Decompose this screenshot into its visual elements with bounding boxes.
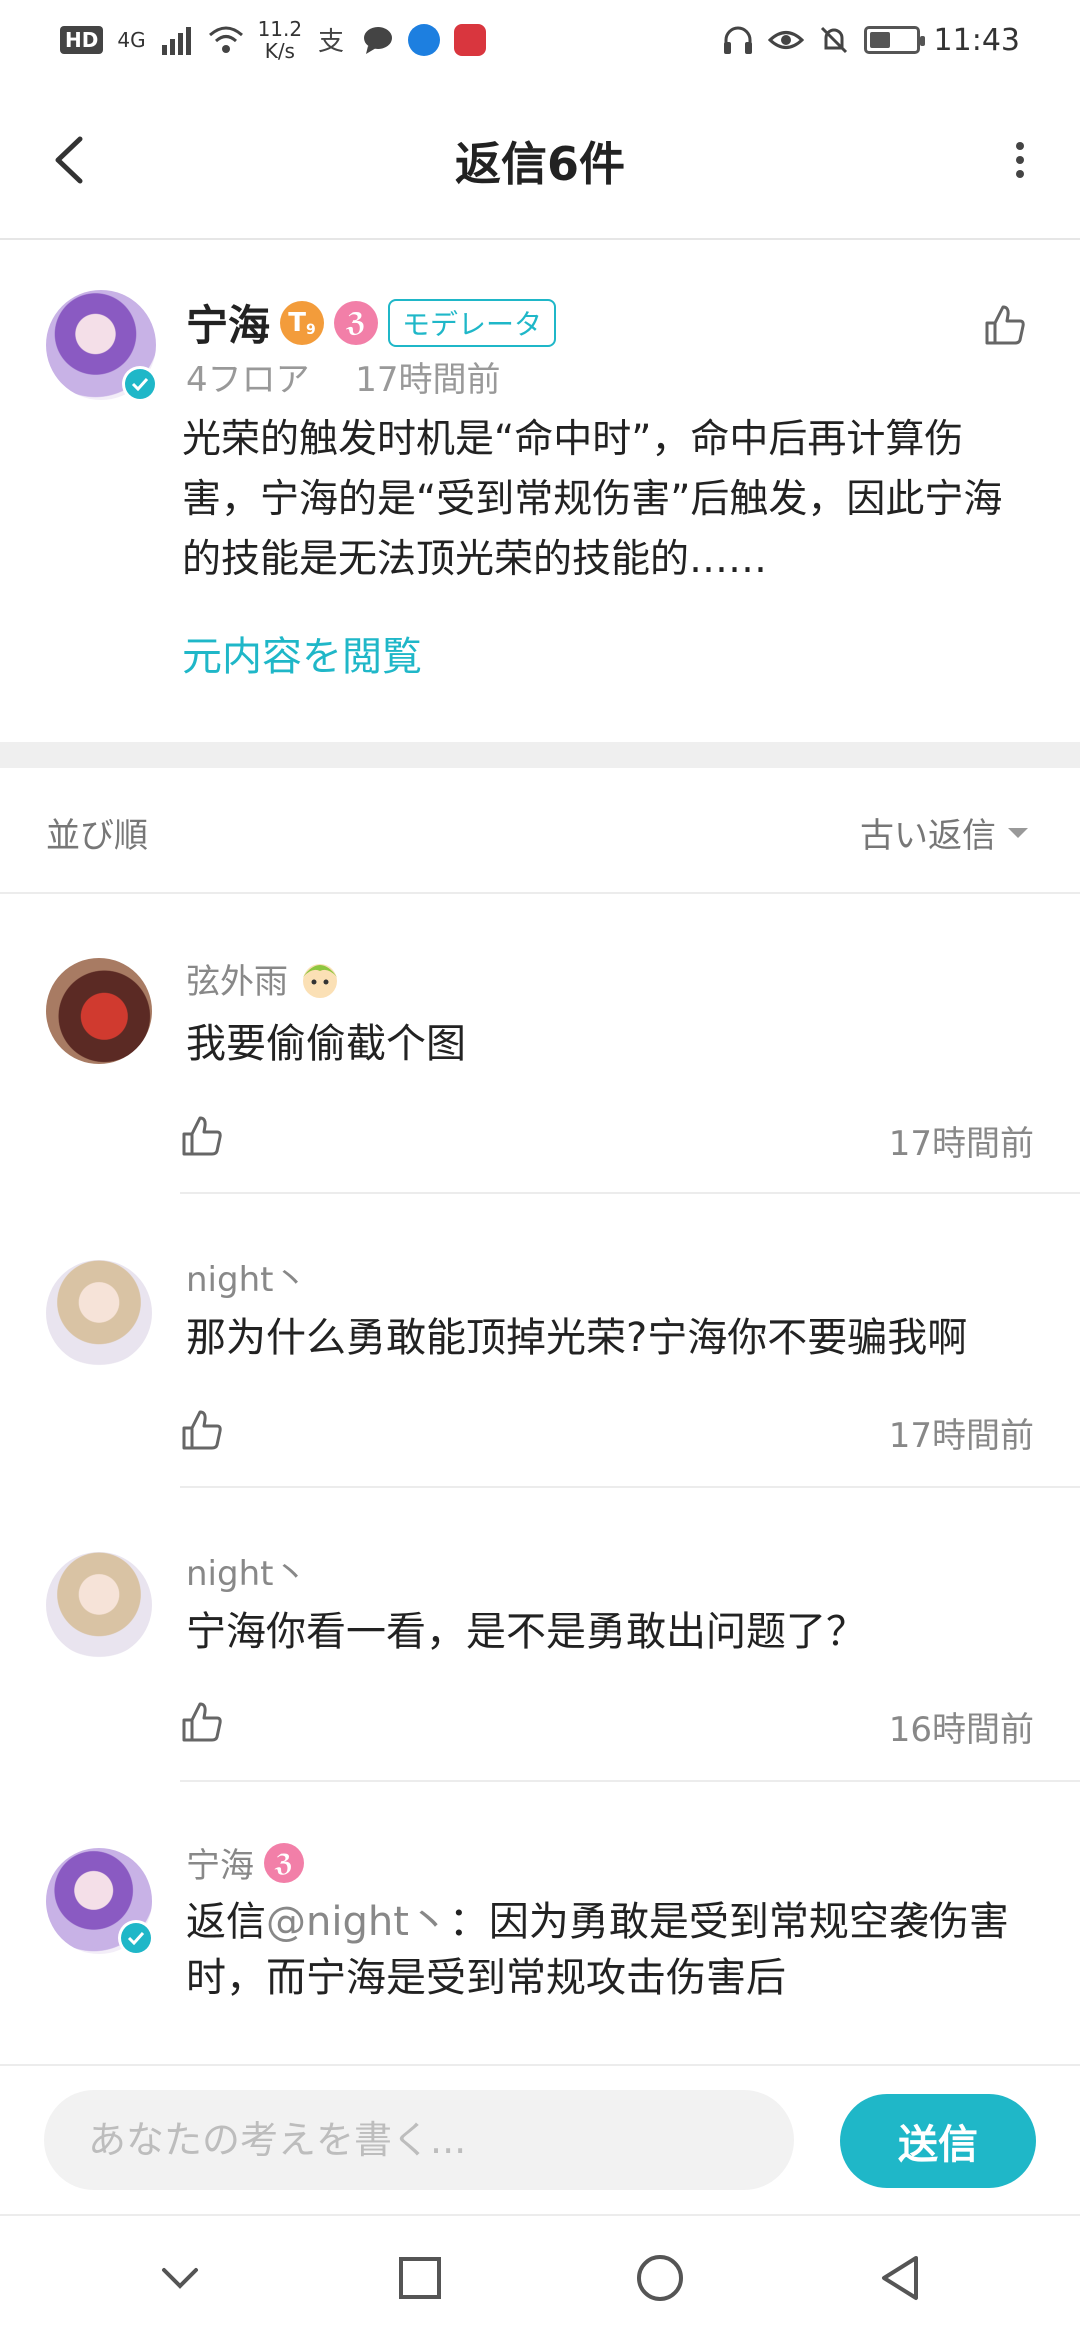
verified-check-icon	[125, 369, 155, 399]
anime-badge-icon	[303, 963, 337, 998]
author-avatar[interactable]	[46, 290, 158, 402]
original-post: 宁海 T9 ℨ モデレータ 4フロア 17時間前 光荣的触发时机是“命中时”，命…	[0, 242, 1080, 742]
avatar-image	[46, 1260, 152, 1366]
thumbs-up-icon	[182, 1116, 222, 1156]
creator-badge-icon: ℨ	[264, 1842, 304, 1883]
status-bar: HD 4G 11.2 K/s 支 11:43	[0, 0, 1080, 80]
reply-author-name[interactable]: 弦外雨	[186, 954, 288, 1003]
network-speed: 11.2 K/s	[258, 18, 303, 62]
reply-item: 弦外雨 我要偷偷截个图 17時間前	[0, 896, 1080, 1194]
reply-item: night丶 那为什么勇敢能顶掉光荣?宁海你不要骗我啊 17時間前	[0, 1194, 1080, 1488]
post-time: 17時間前	[355, 360, 501, 400]
reply-author-name[interactable]: 宁海	[186, 1838, 254, 1887]
sort-value: 古い返信	[860, 816, 996, 856]
reply-avatar[interactable]	[46, 1848, 154, 1956]
thumbs-up-icon	[182, 1410, 222, 1450]
status-bar-left: HD 4G 11.2 K/s 支	[60, 18, 487, 62]
mention-link[interactable]: @night丶	[266, 1899, 449, 1945]
reply-item: 宁海 ℨ 返信@night丶：因为勇敢是受到常规空袭伤害时，而宁海是受到常规攻击…	[0, 1782, 1080, 2064]
system-nav-bar	[0, 2214, 1080, 2340]
wifi-icon	[208, 26, 243, 53]
triangle-back-icon	[882, 2256, 918, 2300]
clock: 11:43	[933, 22, 1020, 58]
verified-badge	[122, 366, 158, 402]
verified-badge	[118, 1920, 154, 1956]
caret-down-icon	[1008, 827, 1028, 838]
reply-author-name[interactable]: night丶	[186, 1546, 307, 1595]
square-icon	[399, 2257, 441, 2299]
nav-recents-button[interactable]	[380, 2238, 460, 2318]
reply-author: 弦外雨	[186, 954, 342, 1003]
reply-composer: 送信	[0, 2064, 1080, 2214]
level-badge-letter: T	[288, 307, 307, 338]
reply-author-name[interactable]: night丶	[186, 1252, 307, 1301]
reply-time: 16時間前	[888, 1710, 1034, 1750]
battery-icon	[863, 26, 925, 54]
signal-icon	[161, 27, 191, 55]
speed-unit: K/s	[264, 39, 295, 63]
reply-text: 宁海你看一看，是不是勇敢出问题了？	[186, 1609, 866, 1655]
section-separator	[0, 742, 1080, 768]
reply-text: 那为什么勇敢能顶掉光荣?宁海你不要骗我啊	[186, 1315, 968, 1361]
more-options-button[interactable]	[990, 120, 1050, 200]
post-author-name[interactable]: 宁海	[186, 292, 270, 353]
calendar-app-icon	[454, 24, 487, 56]
reply-avatar[interactable]	[46, 1552, 152, 1658]
level-badge-number: 9	[306, 321, 316, 338]
level-badge: T9	[280, 300, 325, 345]
reply-like-button[interactable]	[180, 1700, 230, 1750]
nav-back-button[interactable]	[860, 2238, 940, 2318]
eye-icon	[767, 31, 804, 49]
post-author-row: 宁海 T9 ℨ モデレータ	[186, 292, 557, 353]
thumbs-up-icon	[182, 1702, 222, 1742]
app-bar: 返信6件	[0, 80, 1080, 240]
mute-bell-icon	[820, 26, 847, 54]
reply-author: night丶	[186, 1252, 307, 1301]
reply-like-button[interactable]	[180, 1114, 230, 1164]
reply-item: night丶 宁海你看一看，是不是勇敢出问题了？ 16時間前	[0, 1488, 1080, 1782]
more-vertical-icon	[1016, 142, 1024, 178]
reply-like-button[interactable]	[180, 1408, 230, 1458]
reply-time: 17時間前	[888, 1416, 1034, 1456]
speed-value: 11.2	[257, 17, 303, 41]
sort-dropdown[interactable]: 古い返信	[860, 808, 1030, 857]
post-like-button[interactable]	[970, 290, 1040, 360]
browser-app-icon	[408, 24, 441, 56]
status-bar-right: 11:43	[722, 23, 1020, 58]
battery-level-fill	[869, 32, 890, 48]
nav-collapse-button[interactable]	[140, 2238, 220, 2318]
message-icon	[364, 27, 393, 54]
sort-label: 並び順	[46, 816, 148, 856]
reply-avatar[interactable]	[46, 958, 152, 1064]
reply-prefix: 返信	[186, 1899, 266, 1945]
circle-icon	[637, 2255, 683, 2301]
reply-author: 宁海 ℨ	[186, 1838, 304, 1887]
creator-badge-icon: ℨ	[334, 300, 379, 345]
headphones-icon	[723, 26, 752, 54]
reply-text: 我要偷偷截个图	[186, 1021, 466, 1067]
post-body: 光荣的触发时机是“命中时”，命中后再计算伤害，宁海的是“受到常规伤害”后触发，因…	[182, 417, 1003, 582]
avatar-image	[46, 1552, 152, 1658]
reply-avatar[interactable]	[46, 1260, 152, 1366]
nav-home-button[interactable]	[620, 2238, 700, 2318]
network-type: 4G	[117, 28, 146, 52]
page-title: 返信6件	[454, 137, 625, 191]
send-button[interactable]: 送信	[840, 2094, 1036, 2188]
post-floor: 4フロア	[186, 360, 310, 400]
post-meta: 4フロア 17時間前	[186, 352, 501, 401]
sort-bar: 並び順 古い返信	[0, 768, 1080, 894]
avatar-image	[46, 958, 152, 1064]
moderator-badge: モデレータ	[388, 298, 557, 347]
chevron-down-icon	[162, 2268, 198, 2289]
verified-check-icon	[121, 1923, 151, 1953]
view-original-link[interactable]: 元内容を閲覧	[182, 624, 422, 682]
hd-indicator: HD	[60, 26, 104, 54]
reply-text: 返信@night丶：因为勇敢是受到常规空袭伤害时，而宁海是受到常规攻击伤害后	[186, 1894, 1046, 2006]
reply-author: night丶	[186, 1546, 307, 1595]
alipay-icon: 支	[318, 27, 344, 56]
reply-time: 17時間前	[888, 1124, 1034, 1164]
reply-input[interactable]	[44, 2090, 794, 2190]
thumbs-up-icon	[985, 305, 1025, 345]
svg-text:支: 支	[318, 27, 344, 56]
